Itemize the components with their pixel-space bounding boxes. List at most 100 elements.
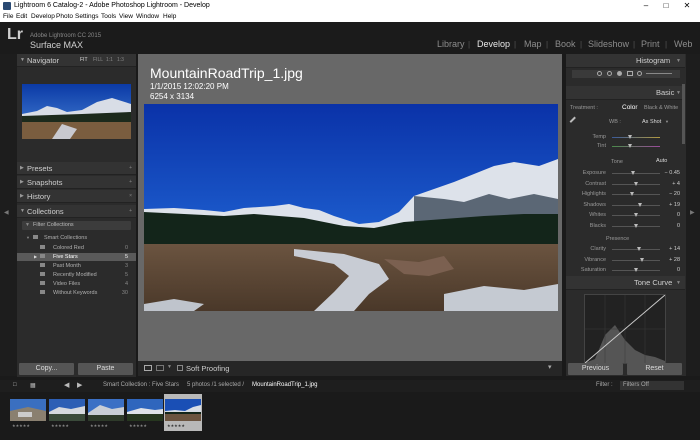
radial-filter-icon[interactable] bbox=[637, 71, 642, 76]
vibrance-value[interactable]: + 28 bbox=[669, 257, 680, 263]
auto-tone-button[interactable]: Auto bbox=[656, 158, 667, 164]
blacks-slider-knob[interactable] bbox=[633, 223, 638, 228]
paste-button[interactable]: Paste bbox=[78, 363, 133, 375]
vibrance-slider-knob[interactable] bbox=[640, 257, 645, 262]
wb-eyedropper-icon[interactable] bbox=[569, 116, 580, 127]
previous-button[interactable]: Previous bbox=[568, 363, 623, 375]
whites-value[interactable]: 0 bbox=[677, 212, 680, 218]
maximize-icon[interactable]: □ bbox=[656, 1, 676, 11]
exposure-value[interactable]: − 0.45 bbox=[665, 170, 680, 176]
blacks-slider[interactable] bbox=[612, 223, 660, 228]
filmstrip-thumb[interactable]: ★★★★★ bbox=[48, 394, 86, 431]
clarity-value[interactable]: + 14 bbox=[669, 246, 680, 252]
main-photo[interactable] bbox=[144, 104, 558, 311]
loupe-view-icon[interactable] bbox=[144, 365, 152, 371]
collection-video-files[interactable]: Video Files 4 bbox=[17, 280, 136, 288]
collection-without-keywords[interactable]: Without Keywords 30 bbox=[17, 289, 136, 297]
filmstrip-source[interactable]: Smart Collection : Five Stars bbox=[103, 382, 179, 388]
saturation-slider-knob[interactable] bbox=[633, 268, 638, 272]
wb-select[interactable]: As Shot bbox=[642, 119, 661, 125]
snapshots-add-icon[interactable]: + bbox=[129, 179, 132, 185]
tone-curve-header[interactable]: Tone Curve ▼ bbox=[566, 276, 685, 290]
wb-dropdown-icon[interactable]: ▼ bbox=[665, 119, 669, 124]
module-slideshow[interactable]: Slideshow bbox=[588, 39, 629, 49]
highlights-slider[interactable] bbox=[612, 192, 660, 196]
shadows-value[interactable]: + 19 bbox=[669, 202, 680, 208]
collection-past-month[interactable]: Past Month 3 bbox=[17, 262, 136, 270]
module-print[interactable]: Print bbox=[641, 39, 660, 49]
minimize-icon[interactable]: – bbox=[636, 1, 656, 11]
menu-file[interactable]: File bbox=[3, 13, 13, 20]
menu-settings[interactable]: Settings bbox=[75, 13, 99, 20]
filter-collections-input[interactable]: ▼ Filter Collections bbox=[22, 221, 131, 230]
before-after-icon[interactable] bbox=[156, 365, 164, 371]
module-library[interactable]: Library bbox=[437, 39, 465, 49]
collection-five-stars[interactable]: ▶ Five Stars 5 bbox=[17, 253, 136, 261]
contrast-value[interactable]: + 4 bbox=[672, 181, 680, 187]
crop-icon[interactable] bbox=[597, 71, 602, 76]
contrast-slider-knob[interactable] bbox=[634, 181, 639, 186]
right-panel-scrollbar[interactable] bbox=[682, 84, 685, 144]
menu-develop[interactable]: Develop bbox=[31, 13, 55, 20]
soft-proofing-checkbox[interactable] bbox=[177, 365, 183, 371]
shadows-slider[interactable] bbox=[612, 202, 660, 207]
graduated-filter-icon[interactable] bbox=[627, 71, 633, 76]
module-map[interactable]: Map bbox=[524, 39, 542, 49]
menu-view[interactable]: View bbox=[119, 13, 133, 20]
clarity-slider-knob[interactable] bbox=[636, 247, 641, 251]
histogram-header[interactable]: Histogram ▼ bbox=[566, 54, 685, 68]
zoom-1-3[interactable]: 1:3 bbox=[117, 57, 124, 63]
navigator-preview[interactable] bbox=[22, 84, 131, 139]
collections-add-icon[interactable]: + bbox=[129, 208, 132, 214]
menu-edit[interactable]: Edit bbox=[16, 13, 27, 20]
treatment-bw[interactable]: Black & White bbox=[644, 105, 678, 111]
snapshots-header[interactable]: ▶ Snapshots + bbox=[17, 176, 136, 189]
filmstrip-thumb[interactable]: ★★★★★ bbox=[126, 394, 164, 431]
history-header[interactable]: ▶ History × bbox=[17, 190, 136, 203]
treatment-color[interactable]: Color bbox=[622, 104, 638, 111]
exposure-slider-knob[interactable] bbox=[631, 171, 636, 175]
saturation-slider[interactable] bbox=[612, 268, 660, 272]
exposure-slider[interactable] bbox=[612, 171, 660, 175]
temp-slider[interactable] bbox=[612, 135, 660, 139]
histogram-tool-strip[interactable] bbox=[572, 70, 680, 78]
collections-header[interactable]: ▼ Collections + bbox=[17, 205, 136, 218]
contrast-slider[interactable] bbox=[612, 181, 660, 186]
blacks-value[interactable]: 0 bbox=[677, 223, 680, 229]
module-book[interactable]: Book bbox=[555, 39, 576, 49]
toolbar-menu-icon[interactable]: ▾ bbox=[548, 363, 552, 371]
menu-window[interactable]: Window bbox=[136, 13, 159, 20]
shadows-slider-knob[interactable] bbox=[638, 202, 643, 207]
basic-header[interactable]: Basic ▼ bbox=[566, 86, 685, 100]
close-icon[interactable]: ✕ bbox=[677, 1, 697, 11]
filter-select[interactable]: Filters Off bbox=[620, 381, 684, 390]
forward-arrow-icon[interactable]: ▶ bbox=[77, 381, 82, 389]
presets-header[interactable]: ▶ Presets + bbox=[17, 162, 136, 175]
vibrance-slider[interactable] bbox=[612, 257, 660, 262]
whites-slider[interactable] bbox=[612, 213, 660, 217]
filmstrip-thumb[interactable]: ★★★★★ bbox=[9, 394, 47, 431]
zoom-fit[interactable]: FIT bbox=[80, 57, 88, 63]
smart-collections-folder[interactable]: ▼ Smart Collections bbox=[17, 234, 136, 242]
highlights-slider-knob[interactable] bbox=[629, 192, 634, 196]
menu-photo[interactable]: Photo bbox=[56, 13, 73, 20]
zoom-1-1[interactable]: 1:1 bbox=[106, 57, 113, 63]
reset-button[interactable]: Reset bbox=[627, 363, 682, 375]
tone-curve-graph[interactable] bbox=[584, 294, 666, 364]
brush-slider[interactable] bbox=[646, 73, 672, 74]
collection-recently-modified[interactable]: Recently Modified 5 bbox=[17, 271, 136, 279]
menu-help[interactable]: Help bbox=[163, 13, 176, 20]
history-clear-icon[interactable]: × bbox=[129, 193, 132, 199]
grid-view-icon[interactable]: ▦ bbox=[30, 382, 36, 389]
whites-slider-knob[interactable] bbox=[633, 213, 638, 217]
clarity-slider[interactable] bbox=[612, 247, 660, 251]
highlights-value[interactable]: − 20 bbox=[669, 191, 680, 197]
spot-removal-icon[interactable] bbox=[607, 71, 612, 76]
filmstrip-thumb[interactable]: ★★★★★ bbox=[87, 394, 125, 431]
copy-button[interactable]: Copy... bbox=[19, 363, 74, 375]
presets-add-icon[interactable]: + bbox=[129, 165, 132, 171]
before-after-dropdown-icon[interactable]: ▼ bbox=[167, 364, 172, 370]
left-panel-toggle-icon[interactable]: ◀ bbox=[4, 209, 9, 216]
menu-tools[interactable]: Tools bbox=[101, 13, 116, 20]
saturation-value[interactable]: 0 bbox=[677, 267, 680, 273]
